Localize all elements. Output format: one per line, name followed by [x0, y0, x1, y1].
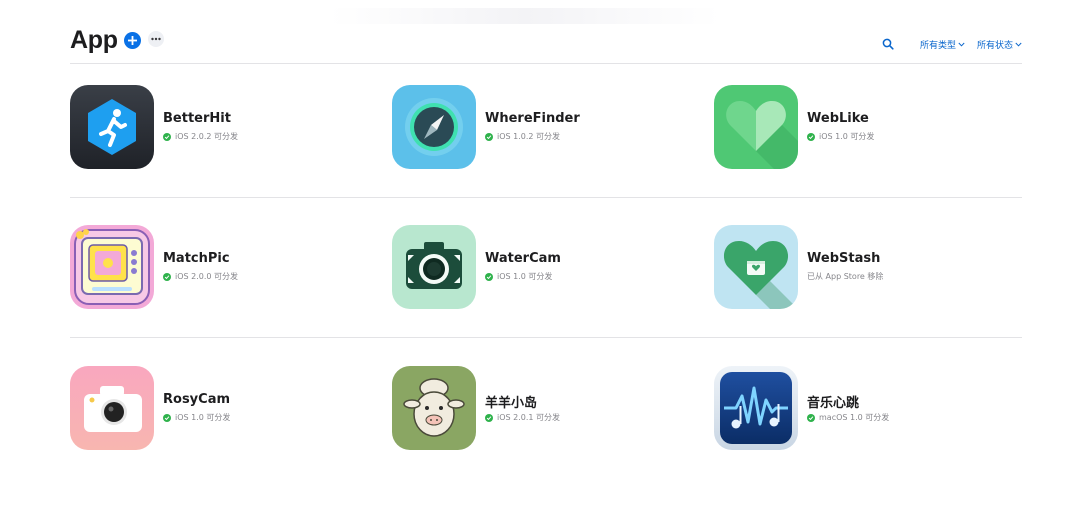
page-header: App 所有类型 所有状态	[70, 26, 1022, 62]
app-status-text: iOS 2.0.0 可分发	[175, 272, 239, 281]
divider	[70, 337, 1022, 338]
more-options-button[interactable]	[148, 31, 164, 47]
compass-icon	[392, 85, 476, 169]
filter-bar: 所有类型 所有状态	[882, 36, 1022, 52]
app-card-watercam[interactable]: WaterCam iOS 1.0 可分发	[392, 225, 692, 311]
app-status: 已从 App Store 移除	[807, 271, 883, 282]
check-circle-icon	[163, 413, 171, 422]
check-circle-icon	[485, 272, 493, 281]
app-status: iOS 1.0 可分发	[163, 412, 230, 423]
app-status: iOS 1.0.2 可分发	[485, 131, 560, 142]
app-status: iOS 1.0 可分发	[807, 131, 874, 142]
heart-icon	[714, 85, 798, 169]
app-status: macOS 1.0 可分发	[807, 412, 889, 423]
check-circle-icon	[807, 413, 815, 422]
sheep-icon	[392, 366, 476, 450]
app-name: WaterCam	[485, 251, 561, 266]
app-card-weblike[interactable]: WebLike iOS 1.0 可分发	[714, 85, 1014, 171]
check-circle-icon	[163, 132, 171, 141]
app-status-text: iOS 2.0.2 可分发	[175, 132, 239, 141]
app-name: WhereFinder	[485, 111, 580, 126]
app-status-text: iOS 2.0.1 可分发	[497, 413, 561, 422]
app-name: MatchPic	[163, 251, 230, 266]
camera-icon	[392, 225, 476, 309]
app-status-text: iOS 1.0.2 可分发	[497, 132, 561, 141]
gameboy-icon	[70, 225, 154, 309]
heart-stash-icon	[714, 225, 798, 309]
app-card-wherefinder[interactable]: WhereFinder iOS 1.0.2 可分发	[392, 85, 692, 171]
app-card-rosycam[interactable]: RosyCam iOS 1.0 可分发	[70, 366, 370, 452]
running-figure-icon	[70, 85, 154, 169]
app-status-text: 已从 App Store 移除	[807, 272, 884, 281]
app-card-matchpic[interactable]: MatchPic iOS 2.0.0 可分发	[70, 225, 370, 311]
status-filter-dropdown[interactable]: 所有状态	[977, 38, 1022, 51]
type-filter-label: 所有类型	[919, 40, 956, 51]
app-name: RosyCam	[163, 392, 231, 407]
app-name: BetterHit	[163, 111, 231, 126]
divider	[70, 63, 1022, 64]
pink-camera-icon	[70, 366, 154, 450]
app-name: 音乐心跳	[807, 396, 860, 411]
search-icon[interactable]	[882, 38, 894, 50]
app-name: WebStash	[807, 251, 881, 266]
music-wave-icon	[714, 366, 798, 450]
type-filter-dropdown[interactable]: 所有类型	[920, 38, 965, 51]
app-status: iOS 1.0 可分发	[485, 271, 552, 282]
app-card-sheep-island[interactable]: 羊羊小岛 iOS 2.0.1 可分发	[392, 366, 692, 452]
chevron-down-icon	[1015, 42, 1022, 47]
chevron-down-icon	[958, 42, 965, 47]
check-circle-icon	[485, 132, 493, 141]
divider	[70, 197, 1022, 198]
app-card-music-heartbeat[interactable]: 音乐心跳 macOS 1.0 可分发	[714, 366, 1014, 452]
app-status-text: iOS 1.0 可分发	[819, 132, 875, 141]
status-filter-label: 所有状态	[976, 40, 1013, 51]
app-name: 羊羊小岛	[485, 396, 538, 411]
ellipsis-icon	[151, 37, 161, 41]
check-circle-icon	[807, 132, 815, 141]
check-circle-icon	[163, 272, 171, 281]
app-card-webstash[interactable]: WebStash 已从 App Store 移除	[714, 225, 1014, 311]
add-app-button[interactable]	[124, 32, 141, 49]
app-status-text: iOS 1.0 可分发	[175, 413, 231, 422]
page-title: App	[70, 26, 118, 54]
app-status: iOS 2.0.0 可分发	[163, 271, 238, 282]
app-status: iOS 2.0.2 可分发	[163, 131, 238, 142]
check-circle-icon	[485, 413, 493, 422]
top-fade	[330, 8, 720, 24]
app-card-betterhit[interactable]: BetterHit iOS 2.0.2 可分发	[70, 85, 370, 171]
app-name: WebLike	[807, 111, 869, 126]
app-status-text: iOS 1.0 可分发	[497, 272, 553, 281]
plus-icon	[128, 36, 137, 45]
app-status-text: macOS 1.0 可分发	[819, 413, 890, 422]
app-status: iOS 2.0.1 可分发	[485, 412, 560, 423]
